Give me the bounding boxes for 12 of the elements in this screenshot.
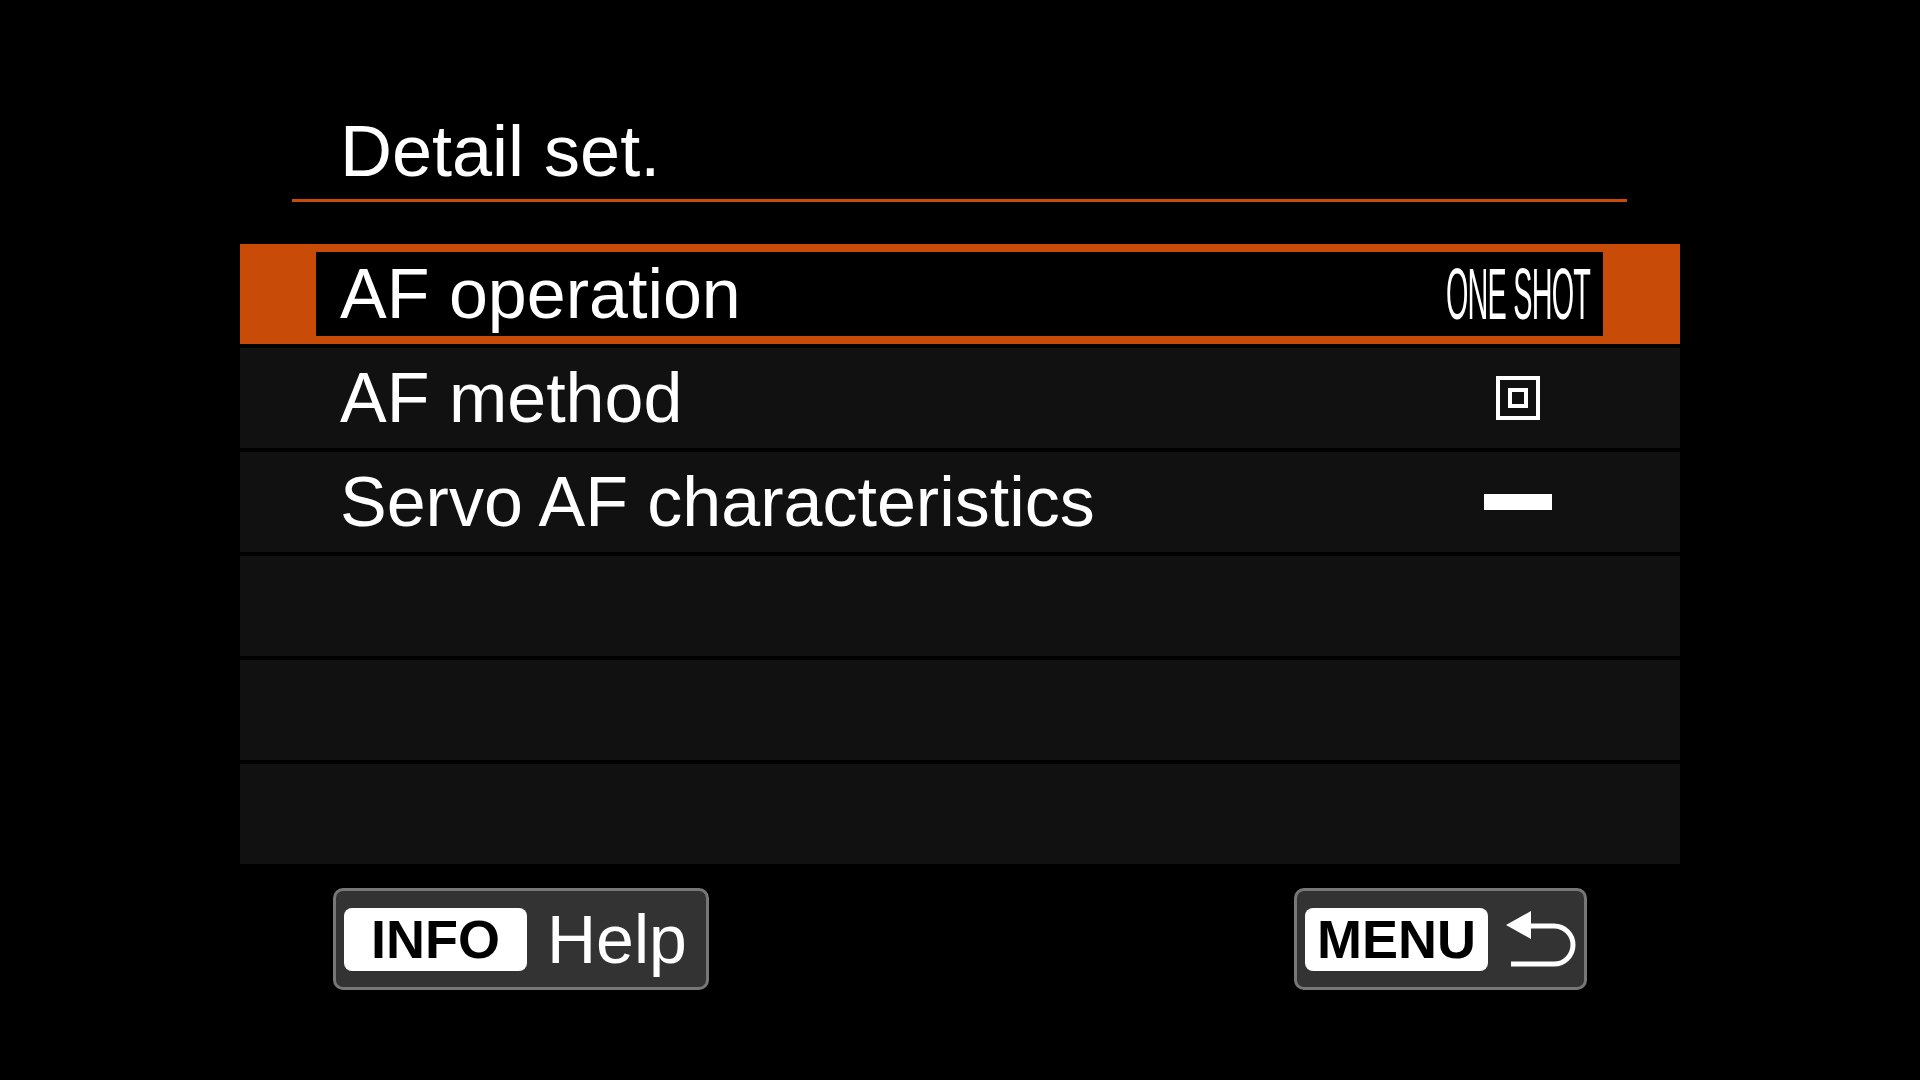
menu-item[interactable]: Servo AF characteristics <box>240 452 1680 552</box>
back-button[interactable]: MENU <box>1294 888 1587 990</box>
return-arrow-icon <box>1506 910 1576 968</box>
concentric-squares-icon <box>1496 376 1540 420</box>
dash-icon <box>1484 494 1552 510</box>
help-button[interactable]: INFO Help <box>333 888 709 990</box>
menu-item[interactable]: AF operation ONE SHOT <box>240 244 1680 344</box>
item-value: ONE SHOT <box>1446 258 1590 330</box>
info-key: INFO <box>344 907 527 971</box>
menu-key: MENU <box>1305 907 1488 971</box>
menu-item[interactable]: AF method <box>240 348 1680 448</box>
screen-title: Detail set. <box>340 110 661 193</box>
